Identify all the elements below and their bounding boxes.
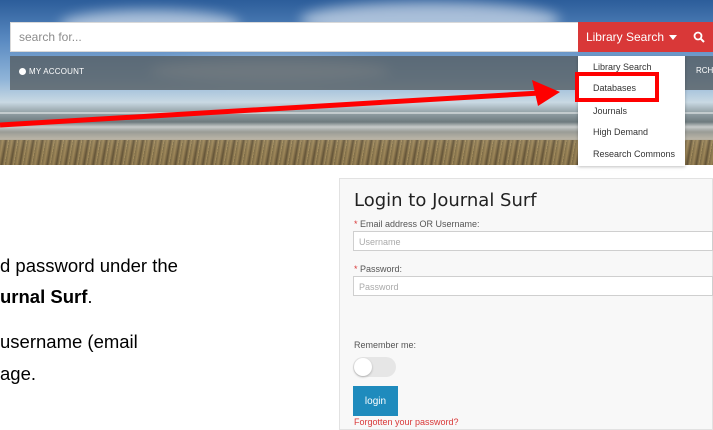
- search-bar: [10, 22, 580, 52]
- instruction-line-1: d password under the: [0, 255, 178, 277]
- instruction-text: username (email: [0, 331, 138, 352]
- remember-me-toggle[interactable]: [353, 357, 396, 377]
- email-field-wrapper: [353, 231, 713, 251]
- annotation-arrow: [0, 80, 560, 128]
- instruction-text: d password under the: [0, 255, 178, 276]
- password-field-wrapper: [353, 276, 713, 296]
- search-input[interactable]: [11, 23, 579, 51]
- remember-me-label: Remember me:: [354, 340, 417, 350]
- library-search-dropdown-button[interactable]: Library Search: [578, 22, 685, 52]
- library-search-label: Library Search: [585, 30, 665, 44]
- password-field[interactable]: [354, 278, 712, 296]
- databases-highlight-box: [575, 72, 659, 102]
- instruction-line-3: username (email: [0, 331, 138, 353]
- password-label: * Password:: [354, 264, 402, 274]
- menu-item-high-demand[interactable]: High Demand: [593, 127, 648, 137]
- instruction-text: .: [87, 286, 93, 307]
- instruction-text: age.: [0, 363, 37, 384]
- password-label-text: Password:: [360, 264, 403, 274]
- partial-nav-text: RCH: [696, 66, 713, 75]
- menu-item-journals[interactable]: Journals: [593, 106, 627, 116]
- email-field[interactable]: [354, 233, 712, 251]
- my-account-link[interactable]: MY ACCOUNT: [19, 67, 84, 76]
- login-title: Login to Journal Surf: [354, 190, 537, 211]
- search-button[interactable]: [685, 22, 713, 52]
- menu-item-library-search[interactable]: Library Search: [593, 62, 652, 72]
- search-icon: [693, 31, 705, 43]
- instruction-line-4: age.: [0, 363, 36, 385]
- caret-down-icon: [669, 34, 678, 40]
- email-label: * Email address OR Username:: [354, 219, 480, 229]
- email-label-text: Email address OR Username:: [360, 219, 480, 229]
- menu-item-research-commons[interactable]: Research Commons: [593, 149, 675, 159]
- toggle-knob: [354, 358, 372, 376]
- user-icon: [19, 68, 26, 75]
- journal-surf-bold: urnal Surf: [0, 286, 88, 307]
- instruction-line-2: urnal Surf.: [0, 286, 93, 308]
- forgot-password-link[interactable]: Forgotten your password?: [354, 417, 459, 427]
- login-button[interactable]: login: [353, 386, 398, 416]
- my-account-label: MY ACCOUNT: [29, 67, 85, 76]
